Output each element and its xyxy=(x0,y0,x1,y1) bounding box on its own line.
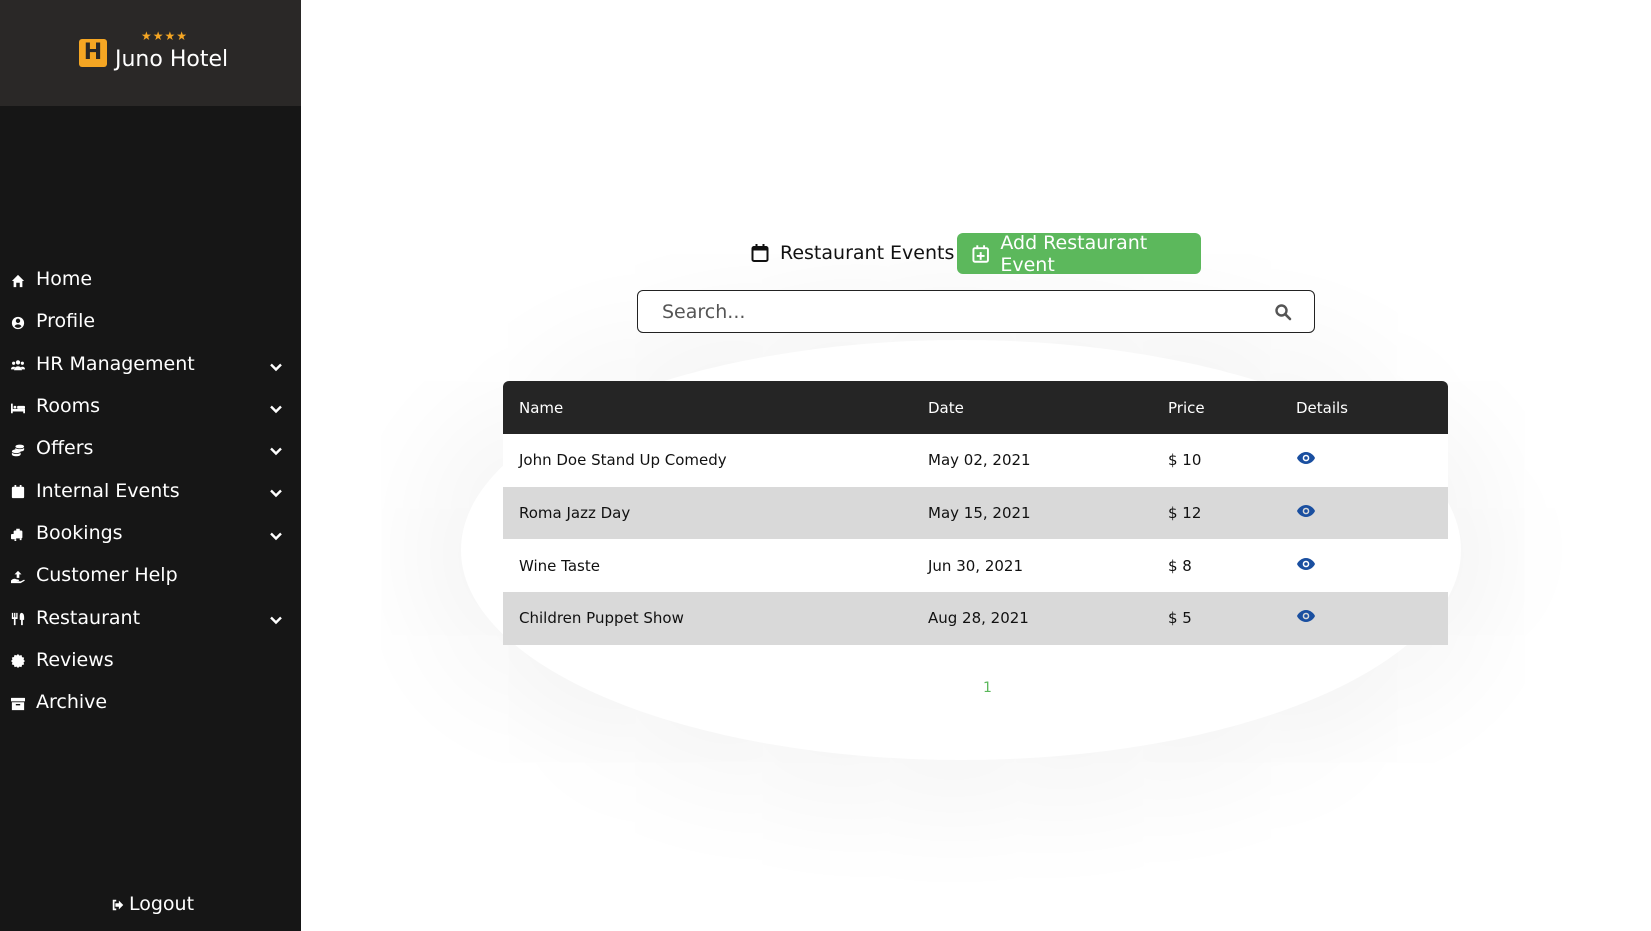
cell-name: Wine Taste xyxy=(519,556,600,575)
events-table: Name Date Price Details John Doe Stand U… xyxy=(503,381,1448,645)
sidebar-item-bookings[interactable]: Bookings xyxy=(0,512,301,554)
luggage-icon xyxy=(11,527,25,542)
table-row[interactable]: John Doe Stand Up Comedy May 02, 2021 $ … xyxy=(503,434,1448,487)
column-header-date[interactable]: Date xyxy=(928,399,1168,417)
certificate-icon xyxy=(11,654,25,669)
eye-icon[interactable] xyxy=(1296,557,1316,571)
table-row[interactable]: Wine Taste Jun 30, 2021 $ 8 xyxy=(503,539,1448,593)
calendar-icon xyxy=(11,485,25,499)
table-row[interactable]: Children Puppet Show Aug 28, 2021 $ 5 xyxy=(503,592,1448,645)
sidebar-item-rooms[interactable]: Rooms xyxy=(0,385,301,427)
search-box xyxy=(637,290,1315,333)
eye-icon[interactable] xyxy=(1296,451,1316,465)
sidebar-item-home[interactable]: Home xyxy=(0,258,301,300)
column-header-price[interactable]: Price xyxy=(1168,399,1296,417)
cell-name: John Doe Stand Up Comedy xyxy=(519,451,727,470)
cell-price: $ 5 xyxy=(1168,609,1192,628)
logo-letter: H xyxy=(83,40,103,65)
logout-label: Logout xyxy=(129,893,195,915)
table-row[interactable]: Roma Jazz Day May 15, 2021 $ 12 xyxy=(503,486,1448,540)
hand-holding-icon xyxy=(11,570,25,584)
cell-price: $ 12 xyxy=(1168,504,1202,523)
sidebar-item-label: Offers xyxy=(36,437,94,460)
sidebar-item-label: Restaurant xyxy=(36,606,141,629)
sidebar-item-customer-help[interactable]: Customer Help xyxy=(0,554,301,596)
cell-price: $ 10 xyxy=(1168,451,1202,470)
column-header-name[interactable]: Name xyxy=(503,399,928,417)
users-icon xyxy=(11,358,25,372)
page-title: Restaurant Events xyxy=(750,242,954,264)
brand-name[interactable]: Juno Hotel xyxy=(115,47,228,72)
chevron-down-icon[interactable] xyxy=(269,399,283,414)
cell-date: Jun 30, 2021 xyxy=(928,556,1024,575)
sign-out-icon xyxy=(112,899,124,911)
bed-icon xyxy=(11,401,25,415)
sidebar: H ★★★★ Juno Hotel Home Profile HR Manage… xyxy=(0,0,301,931)
sidebar-item-archive[interactable]: Archive xyxy=(0,681,301,723)
sidebar-item-profile[interactable]: Profile xyxy=(0,300,301,342)
cell-price: $ 8 xyxy=(1168,556,1192,575)
chevron-down-icon[interactable] xyxy=(269,441,283,456)
column-header-details: Details xyxy=(1296,398,1349,417)
add-restaurant-event-button[interactable]: Add Restaurant Event xyxy=(957,231,1201,276)
hotel-logo-icon[interactable]: H xyxy=(79,39,107,67)
calendar-icon xyxy=(751,244,769,262)
sidebar-item-label: Rooms xyxy=(36,395,101,418)
sidebar-item-label: Internal Events xyxy=(36,479,180,502)
cell-date: Aug 28, 2021 xyxy=(928,609,1029,628)
table-header: Name Date Price Details xyxy=(503,381,1448,434)
search-input[interactable] xyxy=(662,299,1242,325)
main-content: Restaurant Events Add Restaurant Event N… xyxy=(301,0,1651,931)
cell-date: May 02, 2021 xyxy=(928,451,1031,470)
home-icon xyxy=(11,274,25,288)
chevron-down-icon[interactable] xyxy=(269,483,283,498)
coins-icon xyxy=(11,443,25,457)
brand-header: H ★★★★ Juno Hotel xyxy=(0,0,301,106)
sidebar-nav: Home Profile HR Management Rooms Offers … xyxy=(0,258,301,723)
sidebar-item-label: Profile xyxy=(36,310,96,333)
sidebar-item-reviews[interactable]: Reviews xyxy=(0,639,301,681)
user-circle-icon xyxy=(11,316,25,330)
chevron-down-icon[interactable] xyxy=(269,610,283,625)
logout-button[interactable]: Logout xyxy=(111,893,194,915)
sidebar-item-label: Bookings xyxy=(36,521,123,544)
sidebar-item-label: Customer Help xyxy=(36,564,178,587)
sidebar-item-hr-management[interactable]: HR Management xyxy=(0,343,301,385)
search-icon[interactable] xyxy=(1274,303,1292,321)
add-button-label: Add Restaurant Event xyxy=(1000,231,1148,276)
cell-date: May 15, 2021 xyxy=(928,504,1031,523)
page-title-text: Restaurant Events xyxy=(780,242,955,264)
sidebar-item-label: Archive xyxy=(36,691,108,714)
sidebar-item-label: HR Management xyxy=(36,352,195,375)
sidebar-item-offers[interactable]: Offers xyxy=(0,427,301,469)
calendar-plus-icon xyxy=(972,244,989,263)
sidebar-item-restaurant[interactable]: Restaurant xyxy=(0,596,301,638)
archive-icon xyxy=(11,697,25,711)
chevron-down-icon[interactable] xyxy=(269,357,283,371)
star-rating: ★★★★ xyxy=(141,29,189,43)
eye-icon[interactable] xyxy=(1296,504,1316,518)
sidebar-item-label: Reviews xyxy=(36,648,114,671)
chevron-down-icon[interactable] xyxy=(269,526,283,540)
eye-icon[interactable] xyxy=(1296,609,1316,623)
sidebar-item-label: Home xyxy=(36,268,93,291)
cell-name: Roma Jazz Day xyxy=(519,504,631,523)
utensils-icon xyxy=(11,612,25,626)
cell-name: Children Puppet Show xyxy=(519,609,684,628)
pagination-page-1[interactable]: 1 xyxy=(983,680,992,696)
sidebar-item-internal-events[interactable]: Internal Events xyxy=(0,469,301,511)
